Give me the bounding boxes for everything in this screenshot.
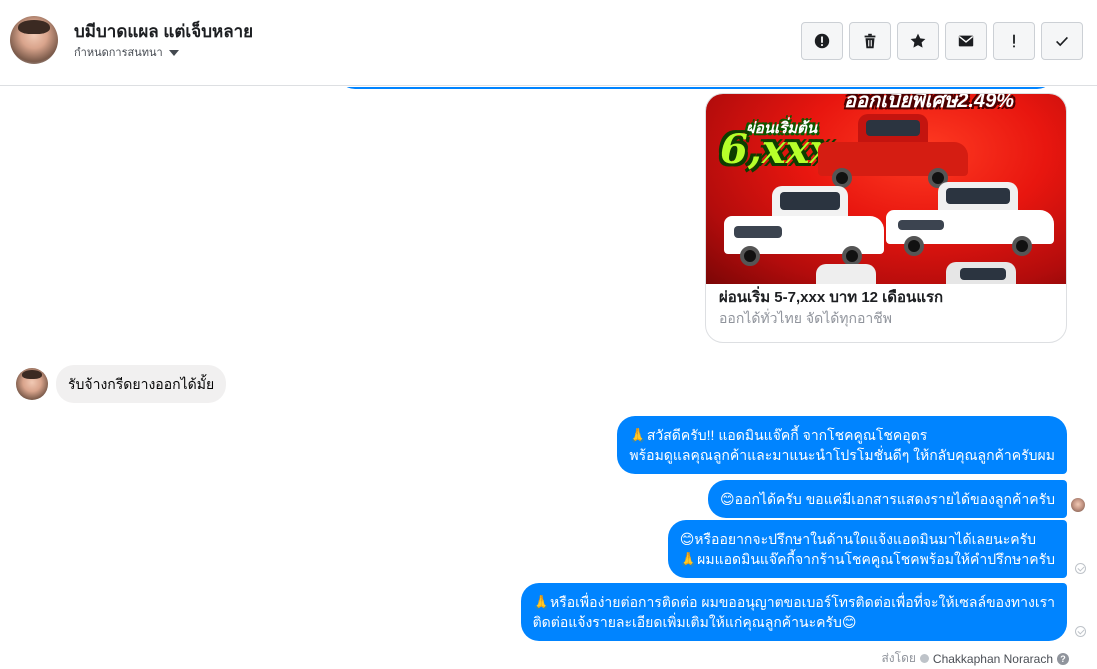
message-line: 😊ออกได้ครับ ขอแค่มีเอกสารแสดงรายได้ของลู… [720,491,1055,507]
outgoing-message-bubble[interactable]: 🙏หรือเพื่อง่ายต่อการติดต่อ ผมขออนุญาตขอเ… [520,583,1067,641]
conversation-header: บมีบาดแผล แต่เจ็บหลาย กำหนดการสนทนา [0,0,1097,86]
delivered-check-icon [1075,626,1086,637]
ad-preview-card[interactable]: ออกเบี้ยพิเศษ2.49% ผ่อนเริ่มต้น 6,xxx ผ่… [705,93,1067,343]
contact-avatar[interactable] [10,16,58,64]
ad-card-description: ออกได้ทั่วไทย จัดได้ทุกอาชีพ [719,310,893,326]
truck-bottom-image [796,260,1036,284]
message-thread[interactable]: ออกเบี้ยพิเศษ2.49% ผ่อนเริ่มต้น 6,xxx ผ่… [0,87,1097,669]
outgoing-message-bubble[interactable]: 😊ออกได้ครับ ขอแค่มีเอกสารแสดงรายได้ของลู… [708,480,1067,518]
truck-white-right-image [886,180,1054,260]
mark-unread-button[interactable] [945,22,987,60]
ad-card-body: ผ่อนเริ่ม 5-7,xxx บาท 12 เดือนแรก ออกได้… [706,284,1066,342]
message-line: 🙏ผมแอดมินแจ๊คกี้จากร้านโชคคูณโชคพร้อมให้… [679,551,1055,567]
sender-avatar[interactable] [16,368,48,400]
follow-up-button[interactable] [993,22,1035,60]
contact-name[interactable]: บมีบาดแผล แต่เจ็บหลาย [74,18,253,45]
message-line: ติดต่อแจ้งรายละเอียดเพิ่มเติมให้แก่คุณลู… [532,614,857,630]
delivered-check-icon [1075,563,1086,574]
sender-name-link[interactable]: Chakkaphan Norarach [933,652,1053,666]
ad-image-promo-big: 6,xxx [720,126,834,173]
exclamation-icon [1013,34,1015,48]
message-line: 🙏หรือเพื่อง่ายต่อการติดต่อ ผมขออนุญาตขอเ… [532,594,1055,610]
alert-circle-icon [814,33,830,49]
assign-conversation-label: กำหนดการสนทนา [74,47,163,59]
truck-white-left-image [724,184,884,270]
delete-button[interactable] [849,22,891,60]
seen-by-avatar [1071,498,1085,512]
envelope-icon [958,35,974,47]
outgoing-message-bubble[interactable]: 😊หรืออยากจะปรึกษาในด้านใดแจ้งแอดมินมาได้… [667,520,1067,578]
mark-done-button[interactable] [1041,22,1083,60]
checkmark-icon [1056,36,1068,47]
assign-conversation-dropdown[interactable]: กำหนดการสนทนา [74,43,179,61]
star-button[interactable] [897,22,939,60]
trash-icon [864,33,876,49]
sent-by-info: ส่งโดย Chakkaphan Norarach ? [881,649,1069,668]
message-line: พร้อมดูแลคุณลูกค้าและมาแนะนำโปรโมชั่นดีๆ… [629,447,1055,463]
ad-card-title: ผ่อนเริ่ม 5-7,xxx บาท 12 เดือนแรก [719,289,944,306]
previous-message-bubble-edge [337,87,1055,89]
incoming-message-row: รับจ้างกรีดยางออกได้มั้ย [16,365,227,403]
message-line: 🙏สวัสดีครับ!! แอดมินแจ๊คกี้ จากโชคคูณโชค… [629,427,928,443]
message-line: 😊หรืออยากจะปรึกษาในด้านใดแจ้งแอดมินมาได้… [679,531,1036,547]
star-icon [910,33,926,48]
sent-by-label: ส่งโดย [881,651,916,665]
outgoing-message-bubble[interactable]: 🙏สวัสดีครับ!! แอดมินแจ๊คกี้ จากโชคคูณโชค… [617,416,1067,474]
ad-image: ออกเบี้ยพิเศษ2.49% ผ่อนเริ่มต้น 6,xxx [706,94,1066,284]
conversation-toolbar [801,22,1083,60]
help-icon[interactable]: ? [1057,652,1069,665]
caret-down-icon [168,49,179,56]
mark-spam-button[interactable] [801,22,843,60]
verified-icon [919,654,929,663]
incoming-message-bubble[interactable]: รับจ้างกรีดยางออกได้มั้ย [56,365,227,403]
